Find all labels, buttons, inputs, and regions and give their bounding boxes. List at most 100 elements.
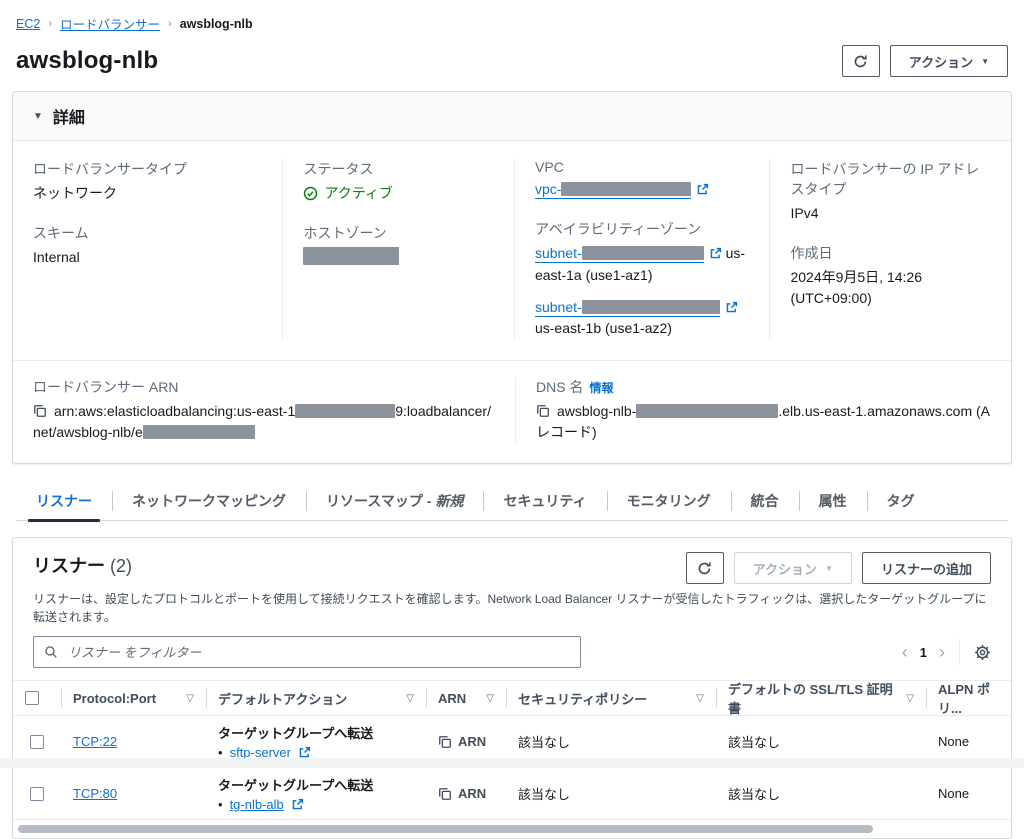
field-lb-arn: ロードバランサー ARN arn:aws:elasticloadbalancin… (13, 377, 515, 443)
redacted-value (561, 182, 692, 196)
listeners-panel: リスナー (2) アクション ▼ リスナーの追加 リスナーは、設定したプロトコル… (12, 537, 1012, 839)
table-settings-button[interactable] (974, 644, 991, 661)
actions-button-label: アクション (752, 561, 818, 577)
refresh-button[interactable] (841, 45, 880, 77)
tab-attributes[interactable]: 属性 (798, 482, 867, 520)
refresh-icon (698, 562, 711, 574)
az-entry: subnet- us-east-1b (use1-az2) (534, 297, 749, 340)
page-number[interactable]: 1 (920, 645, 927, 660)
tab-tags[interactable]: タグ (866, 482, 935, 520)
status-badge: アクティブ (303, 183, 494, 203)
column-header-arn[interactable]: ARN (438, 691, 466, 706)
actions-button-label: アクション (908, 54, 974, 70)
tab-resource-map[interactable]: リソースマップ - 新規 (306, 482, 483, 520)
field-label: ホストゾーン (303, 225, 387, 242)
alpn-value: None (938, 734, 970, 750)
sort-icon[interactable]: ▽ (180, 693, 194, 704)
target-group-link[interactable]: tg-nlb-alb (230, 797, 284, 812)
breadcrumb-ec2-link[interactable]: EC2 (16, 17, 40, 31)
filter-box[interactable] (33, 636, 581, 669)
row-checkbox[interactable] (30, 786, 44, 801)
copy-icon[interactable] (33, 404, 47, 418)
horizontal-scrollbar[interactable] (15, 822, 1009, 836)
actions-button[interactable]: アクション ▼ (889, 45, 1008, 77)
ssl-cert-value: 該当なし (728, 735, 781, 751)
page-next-button[interactable]: › (939, 643, 945, 661)
external-link-icon[interactable] (291, 798, 304, 811)
vpc-link[interactable]: vpc- (534, 181, 692, 199)
field-value: 2024年9月5日, 14:26 (UTC+09:00) (790, 269, 922, 306)
copy-icon[interactable] (536, 404, 550, 418)
subnet-link-text: subnet- (534, 245, 582, 262)
filter-input[interactable] (66, 643, 570, 661)
select-all-checkbox[interactable] (25, 691, 39, 706)
copy-arn-label[interactable]: ARN (458, 786, 486, 801)
listener-link[interactable]: TCP:22 (73, 734, 117, 749)
tab-network-mapping[interactable]: ネットワークマッピング (112, 482, 306, 520)
breadcrumb-current: awsblog-nlb (179, 16, 253, 31)
page-header: awsblog-nlb アクション ▼ (16, 45, 1008, 77)
details-header[interactable]: ▼ 詳細 (13, 92, 1011, 141)
breadcrumb-separator-icon: › (168, 17, 172, 30)
info-link[interactable]: 情報 (589, 381, 613, 395)
tab-label: 属性 (818, 493, 847, 510)
column-header-default-action[interactable]: デフォルトアクション (218, 689, 347, 708)
page-prev-button[interactable]: ‹ (902, 643, 908, 661)
tab-listeners[interactable]: リスナー (16, 482, 112, 523)
check-circle-icon (304, 186, 318, 200)
external-link-icon[interactable] (696, 183, 709, 196)
redacted-value (581, 299, 720, 314)
add-listener-button[interactable]: リスナーの追加 (861, 552, 991, 585)
copy-arn-label[interactable]: ARN (458, 734, 486, 749)
field-scheme: スキーム Internal (33, 223, 262, 267)
sort-icon[interactable]: ▽ (400, 693, 414, 704)
field-value: ネットワーク (33, 185, 117, 201)
external-link-icon[interactable] (709, 247, 722, 260)
caret-down-icon: ▼ (825, 564, 833, 574)
tab-label: タグ (886, 493, 915, 510)
field-label: DNS 名 (535, 379, 584, 396)
copy-icon[interactable] (438, 735, 452, 749)
alpn-value: None (938, 786, 970, 802)
az-name: us-east-1b (use1-az2) (534, 320, 672, 337)
details-bottom-row: ロードバランサー ARN arn:aws:elasticloadbalancin… (13, 360, 1011, 463)
tab-label: モニタリング (626, 493, 711, 510)
field-ip-type: ロードバランサーの IP アドレスタイプ IPv4 (790, 159, 991, 223)
external-link-icon[interactable] (725, 301, 738, 314)
tab-security[interactable]: セキュリティ (483, 482, 606, 520)
tab-monitoring[interactable]: モニタリング (606, 482, 731, 520)
field-availability-zones: アベイラビリティーゾーン subnet- us-east-1a (use1-az… (534, 219, 749, 340)
sort-icon[interactable]: ▽ (690, 693, 704, 704)
tab-label: リスナー (36, 493, 92, 510)
field-label: ステータス (303, 161, 374, 177)
column-header-ssl-cert[interactable]: デフォルトの SSL/TLS 証明書 (728, 679, 900, 717)
redacted-value (581, 246, 704, 261)
column-header-alpn[interactable]: ALPN ポリ... (938, 679, 999, 717)
breadcrumb-loadbalancers-link[interactable]: ロードバランサー (60, 14, 160, 33)
copy-icon[interactable] (438, 787, 452, 801)
subnet-link[interactable]: subnet- (534, 245, 704, 264)
page-bottom-strip (0, 758, 1024, 768)
sort-icon[interactable]: ▽ (900, 693, 914, 704)
listeners-actions-button[interactable]: アクション ▼ (733, 552, 852, 585)
scrollbar-thumb[interactable] (18, 825, 873, 834)
dns-text: awsblog-nlb- (556, 403, 637, 420)
redacted-value (295, 404, 396, 419)
details-grid: ロードバランサータイプ ネットワーク スキーム Internal ステータス ア… (13, 141, 1011, 360)
details-panel: ▼ 詳細 ロードバランサータイプ ネットワーク スキーム Internal ステ… (12, 91, 1012, 465)
field-label: アベイラビリティーゾーン (534, 221, 702, 238)
listeners-header: リスナー (2) アクション ▼ リスナーの追加 (13, 538, 1011, 585)
field-label: ロードバランサー ARN (33, 379, 179, 396)
tab-integrations[interactable]: 統合 (730, 482, 799, 520)
subnet-link[interactable]: subnet- (534, 298, 720, 317)
tab-bar: リスナー ネットワークマッピング リソースマップ - 新規 セキュリティ モニタリ… (16, 482, 1008, 523)
field-created-date: 作成日 2024年9月5日, 14:26 (UTC+09:00) (790, 243, 991, 308)
sort-icon[interactable]: ▽ (480, 693, 494, 704)
page-title: awsblog-nlb (16, 47, 159, 74)
column-header-security-policy[interactable]: セキュリティポリシー (518, 689, 647, 708)
security-policy-value: 該当なし (518, 787, 571, 803)
listeners-refresh-button[interactable] (685, 552, 724, 585)
row-checkbox[interactable] (30, 734, 44, 749)
column-header-protocol[interactable]: Protocol:Port (73, 691, 156, 706)
listener-link[interactable]: TCP:80 (73, 786, 117, 801)
